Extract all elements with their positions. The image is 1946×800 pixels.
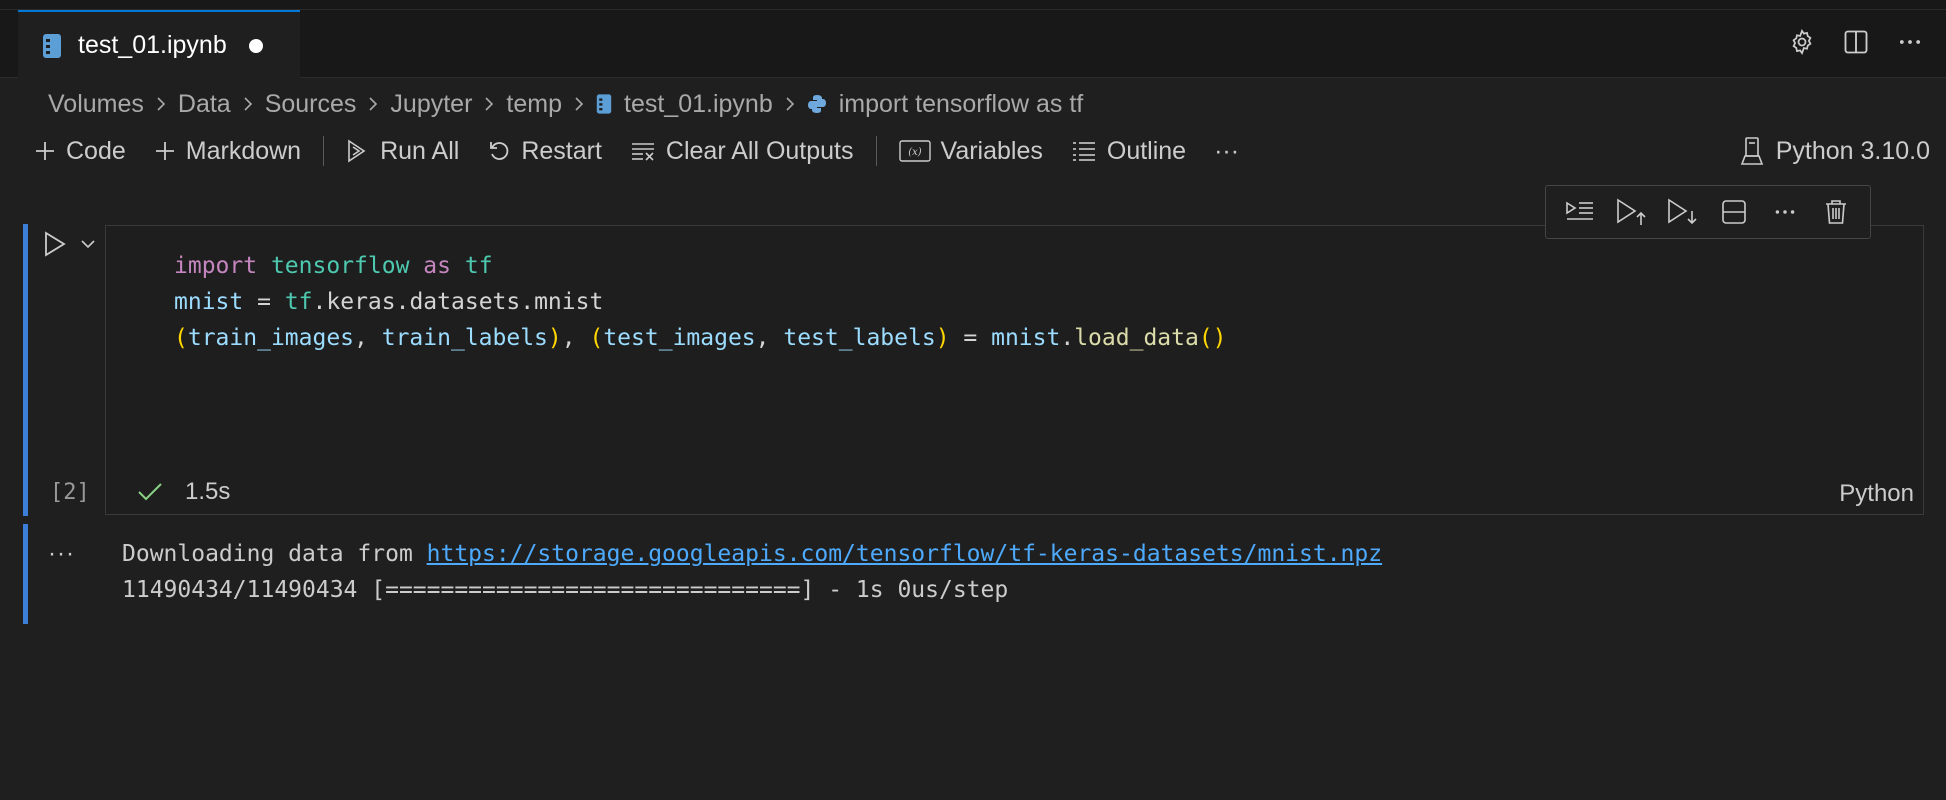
code-line-3: (train_images, train_labels), (test_imag… [174, 325, 1227, 351]
run-above-icon[interactable] [1613, 194, 1649, 230]
code-content[interactable]: import tensorflow as tf mnist = tf.keras… [174, 248, 1227, 356]
notebook-toolbar: Code Markdown Run All Restart Clear All … [34, 130, 1267, 172]
cell-more-icon[interactable] [1767, 194, 1803, 230]
toolbar-more-button[interactable]: ··· [1214, 137, 1239, 166]
add-code-label: Code [66, 136, 126, 165]
outline-button[interactable]: Outline [1071, 137, 1186, 166]
toolbar-divider [323, 136, 325, 166]
code-line-1: import tensorflow as tf [174, 253, 493, 279]
chevron-right-icon [572, 95, 586, 113]
tab-label: test_01.ipynb [78, 31, 227, 59]
token-keyword: as [423, 253, 451, 279]
chevron-right-icon [366, 95, 380, 113]
breadcrumb-label: import tensorflow as tf [838, 89, 1084, 118]
breadcrumb: Volumes Data Sources Jupyter temp test_0… [48, 84, 1083, 124]
window-top-strip [0, 0, 1946, 10]
breadcrumb-item[interactable]: temp [506, 90, 562, 119]
chevron-down-icon [81, 240, 95, 249]
chevron-right-icon [482, 95, 496, 113]
clear-all-outputs-label: Clear All Outputs [665, 136, 854, 165]
notebook-icon [42, 33, 62, 59]
tab-notebook[interactable]: test_01.ipynb [18, 10, 300, 79]
kernel-label: Python 3.10.0 [1775, 136, 1930, 165]
run-below-icon[interactable] [1664, 194, 1700, 230]
restart-button[interactable]: Restart [487, 137, 602, 166]
add-code-cell-button[interactable]: Code [34, 137, 126, 166]
tab-bar: test_01.ipynb [0, 10, 1946, 79]
outline-icon [1072, 142, 1095, 161]
cell-collapse-button[interactable] [79, 237, 97, 256]
execution-count: [2] [50, 480, 90, 505]
token-alias: tf [464, 253, 493, 279]
kernel-icon [1740, 137, 1763, 165]
run-all-icon [348, 139, 366, 163]
checkmark-icon [138, 483, 162, 501]
add-markdown-label: Markdown [185, 136, 302, 165]
run-all-label: Run All [380, 136, 460, 165]
notebook-icon [596, 93, 612, 115]
more-actions-icon[interactable] [1894, 26, 1926, 58]
python-icon [807, 94, 827, 114]
outline-label: Outline [1106, 136, 1187, 165]
chevron-right-icon [241, 95, 255, 113]
toolbar-divider [875, 136, 877, 166]
breadcrumb-item-cell[interactable]: import tensorflow as tf [807, 89, 1084, 119]
cell-status: 1.5s [137, 478, 230, 506]
token-keyword: import [174, 253, 258, 279]
token-variable: mnist [174, 289, 244, 315]
output-progress: 11490434/11490434 [=====================… [122, 577, 1009, 603]
breadcrumb-label: test_01.ipynb [624, 89, 773, 118]
cell-focus-indicator [23, 224, 28, 516]
split-editor-icon[interactable] [1840, 26, 1872, 58]
gear-icon[interactable] [1786, 26, 1818, 58]
code-editor[interactable]: import tensorflow as tf mnist = tf.keras… [105, 225, 1924, 515]
restart-label: Restart [521, 136, 602, 165]
cell-toolbar [1545, 185, 1871, 239]
cell-language[interactable]: Python [1839, 480, 1914, 508]
breadcrumb-item[interactable]: Jupyter [390, 90, 472, 119]
run-all-button[interactable]: Run All [346, 137, 459, 166]
delete-cell-icon[interactable] [1818, 194, 1854, 230]
token-module: tensorflow [270, 253, 410, 279]
clear-outputs-icon [631, 143, 654, 161]
chevron-right-icon [783, 95, 797, 113]
output-more-icon[interactable]: ··· [48, 540, 75, 568]
output-link[interactable]: https://storage.googleapis.com/tensorflo… [427, 541, 1382, 567]
chevron-right-icon [154, 95, 168, 113]
plus-icon [155, 142, 174, 160]
variables-icon: (x) [898, 140, 931, 162]
run-cell-button[interactable] [42, 230, 68, 263]
svg-text:(x): (x) [908, 147, 922, 158]
execution-duration: 1.5s [185, 478, 231, 505]
variables-button[interactable]: (x) Variables [898, 136, 1043, 166]
cell-output: Downloading data from https://storage.go… [122, 536, 1382, 608]
play-icon [45, 231, 66, 257]
breadcrumb-item[interactable]: Sources [265, 90, 357, 119]
breadcrumb-item[interactable]: Data [178, 90, 231, 119]
plus-icon [36, 142, 54, 160]
breadcrumb-item[interactable]: Volumes [48, 90, 144, 119]
add-markdown-cell-button[interactable]: Markdown [154, 137, 301, 166]
code-line-2: mnist = tf.keras.datasets.mnist [174, 289, 604, 315]
unsaved-dot-icon[interactable] [248, 38, 263, 53]
token-module: tf [284, 289, 313, 315]
output-prefix: Downloading data from [122, 541, 427, 567]
split-cell-icon[interactable] [1716, 194, 1752, 230]
execute-above-icon[interactable] [1562, 194, 1598, 230]
variables-label: Variables [940, 136, 1043, 165]
clear-all-outputs-button[interactable]: Clear All Outputs [630, 137, 854, 166]
restart-icon [490, 142, 509, 160]
breadcrumb-item-notebook[interactable]: test_01.ipynb [596, 90, 773, 119]
kernel-picker[interactable]: Python 3.10.0 [1740, 130, 1930, 172]
output-focus-indicator [23, 524, 28, 624]
